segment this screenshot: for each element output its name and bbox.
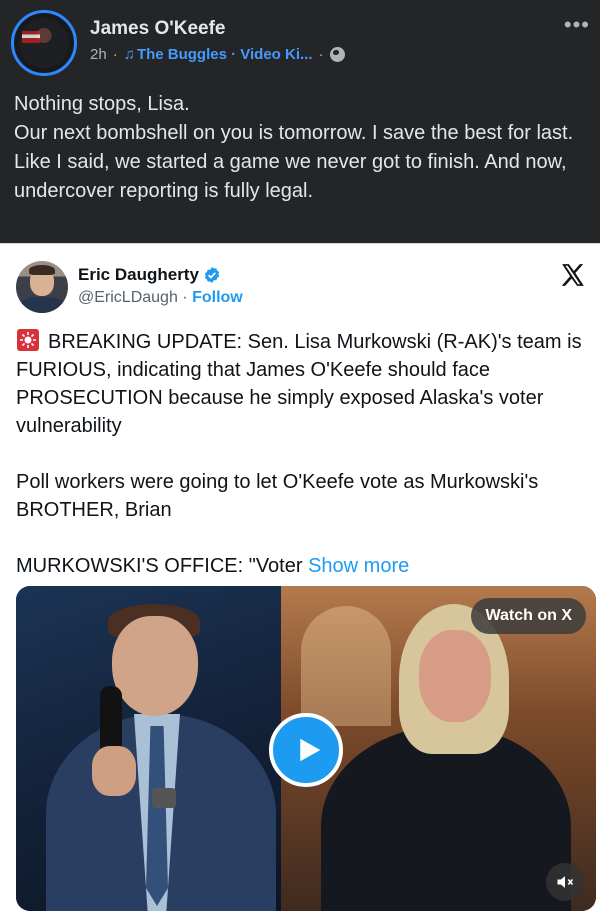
tweet-text: BREAKING UPDATE: Sen. Lisa Murkowski (R-… — [16, 328, 588, 580]
post-header: James O'Keefe 2h · ♫ The Buggles · Video… — [0, 0, 600, 80]
verified-badge-icon — [204, 267, 220, 283]
watch-on-x-button[interactable]: Watch on X — [471, 598, 586, 634]
post-text: Nothing stops, Lisa. Our next bombshell … — [14, 90, 594, 206]
separator: · — [182, 289, 188, 306]
music-note-icon: ♫ — [123, 46, 135, 63]
tweet-paragraph-text: BREAKING UPDATE: Sen. Lisa Murkowski (R-… — [16, 331, 582, 437]
tweet-paragraph: BREAKING UPDATE: Sen. Lisa Murkowski (R-… — [16, 328, 588, 440]
author-avatar[interactable] — [11, 10, 77, 76]
tweet-paragraph-text: MURKOWSKI'S OFFICE: "Voter — [16, 555, 303, 577]
show-more-link[interactable]: Show more — [308, 555, 409, 577]
music-link[interactable]: The Buggles · Video Ki... — [137, 46, 313, 63]
tweet-paragraph: MURKOWSKI'S OFFICE: "Voter Show more — [16, 552, 588, 580]
globe-icon — [329, 47, 345, 62]
post-meta: 2h · ♫ The Buggles · Video Ki... · — [90, 46, 345, 63]
author-name[interactable]: James O'Keefe — [90, 18, 226, 40]
more-options-icon[interactable]: ••• — [564, 14, 590, 36]
play-icon — [299, 738, 320, 762]
tweet-video[interactable]: Watch on X — [16, 586, 596, 911]
speaker-muted-icon — [557, 876, 574, 888]
siren-icon — [17, 329, 39, 351]
embedded-tweet[interactable]: Eric Daugherty @EricLDaugh · Follow BREA… — [0, 243, 600, 923]
mute-button[interactable] — [546, 863, 584, 901]
post-line: Nothing stops, Lisa. — [14, 93, 190, 115]
tweet-author-name[interactable]: Eric Daugherty — [78, 265, 221, 285]
tweet-author-handle-row: @EricLDaugh · Follow — [78, 289, 243, 307]
x-logo-icon[interactable] — [560, 262, 586, 288]
tweet-author-name-text: Eric Daugherty — [78, 265, 199, 284]
follow-button[interactable]: Follow — [192, 289, 243, 306]
video-thumbnail-left — [16, 586, 281, 911]
tweet-author-handle[interactable]: @EricLDaugh — [78, 289, 178, 306]
post-time[interactable]: 2h — [90, 46, 107, 63]
tweet-author-avatar[interactable] — [16, 261, 68, 313]
tweet-paragraph: Poll workers were going to let O'Keefe v… — [16, 471, 539, 521]
post-line: Our next bombshell on you is tomorrow. I… — [14, 122, 574, 144]
post-line: Like I said, we started a game we never … — [14, 151, 567, 202]
play-button[interactable] — [269, 713, 343, 787]
